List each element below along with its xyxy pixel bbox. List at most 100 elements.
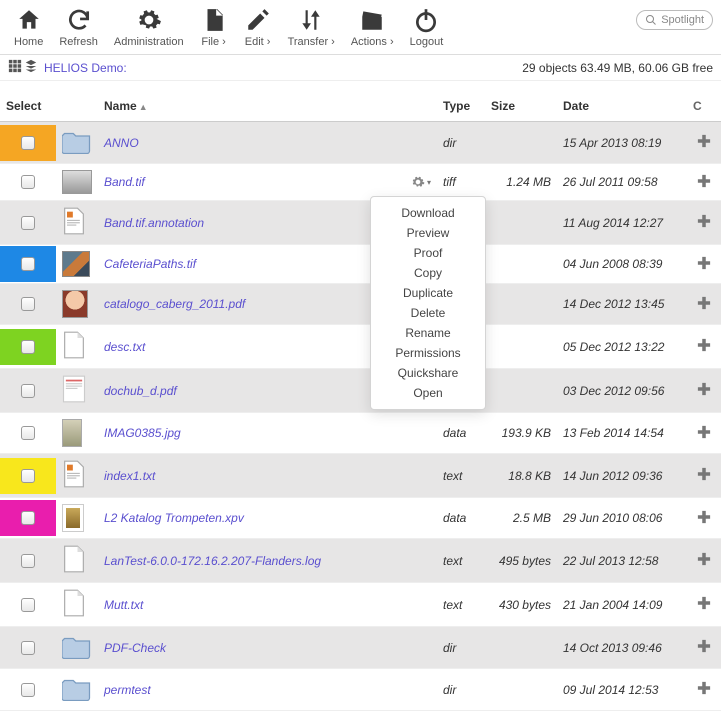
table-row[interactable]: PDF-Checkdir14 Oct 2013 09:46 — [0, 627, 721, 669]
plus-icon — [697, 174, 711, 188]
add-button[interactable] — [687, 369, 721, 413]
row-checkbox[interactable] — [21, 641, 35, 655]
row-checkbox[interactable] — [21, 340, 35, 354]
breadcrumb-path[interactable]: HELIOS Demo: — [44, 61, 127, 75]
col-type[interactable]: Type — [437, 91, 485, 122]
add-button[interactable] — [687, 164, 721, 201]
file-name[interactable]: Band.tif — [104, 175, 145, 189]
file-name[interactable]: IMAG0385.jpg — [104, 426, 181, 440]
add-button[interactable] — [687, 413, 721, 454]
select-cell[interactable] — [0, 246, 56, 282]
select-cell[interactable] — [0, 672, 56, 708]
toolbar-actions[interactable]: Actions › — [345, 4, 400, 50]
add-button[interactable] — [687, 325, 721, 369]
table-row[interactable]: desc.txt05 Dec 2012 13:22 — [0, 325, 721, 369]
menu-item-copy[interactable]: Copy — [371, 263, 485, 283]
row-checkbox[interactable] — [21, 384, 35, 398]
add-button[interactable] — [687, 454, 721, 498]
select-cell[interactable] — [0, 205, 56, 241]
table-row[interactable]: IMAG0385.jpgdata193.9 KB13 Feb 2014 14:5… — [0, 413, 721, 454]
row-checkbox[interactable] — [21, 257, 35, 271]
toolbar-transfer[interactable]: Transfer › — [282, 4, 341, 50]
file-name[interactable]: CafeteriaPaths.tif — [104, 257, 196, 271]
table-row[interactable]: L2 Katalog Trompeten.xpvdata2.5 MB29 Jun… — [0, 498, 721, 539]
add-button[interactable] — [687, 122, 721, 164]
menu-item-permissions[interactable]: Permissions — [371, 343, 485, 363]
select-cell[interactable] — [0, 164, 56, 200]
table-row[interactable]: Mutt.txttext430 bytes21 Jan 2004 14:09 — [0, 583, 721, 627]
menu-item-delete[interactable]: Delete — [371, 303, 485, 323]
row-checkbox[interactable] — [21, 683, 35, 697]
menu-item-open[interactable]: Open — [371, 383, 485, 403]
table-row[interactable]: Band.tif▾tiff1.24 MB26 Jul 2011 09:58 — [0, 164, 721, 201]
file-name[interactable]: desc.txt — [104, 340, 145, 354]
toolbar-administration[interactable]: Administration — [108, 4, 190, 50]
row-checkbox[interactable] — [21, 598, 35, 612]
table-row[interactable]: ANNOdir15 Apr 2013 08:19 — [0, 122, 721, 164]
select-cell[interactable] — [0, 630, 56, 666]
menu-item-rename[interactable]: Rename — [371, 323, 485, 343]
select-cell[interactable] — [0, 587, 56, 623]
table-row[interactable]: catalogo_caberg_2011.pdf14 Dec 2012 13:4… — [0, 284, 721, 325]
menu-item-proof[interactable]: Proof — [371, 243, 485, 263]
add-button[interactable] — [687, 583, 721, 627]
table-row[interactable]: CafeteriaPaths.tif04 Jun 2008 08:39 — [0, 245, 721, 284]
add-button[interactable] — [687, 284, 721, 325]
row-actions-gear[interactable]: ▾ — [411, 175, 431, 189]
select-cell[interactable] — [0, 458, 56, 494]
file-name[interactable]: permtest — [104, 683, 151, 697]
toolbar-refresh[interactable]: Refresh — [53, 4, 104, 50]
add-button[interactable] — [687, 201, 721, 245]
file-name[interactable]: Mutt.txt — [104, 598, 143, 612]
row-checkbox[interactable] — [21, 175, 35, 189]
menu-item-download[interactable]: Download — [371, 203, 485, 223]
row-checkbox[interactable] — [21, 216, 35, 230]
select-cell[interactable] — [0, 415, 56, 451]
row-checkbox[interactable] — [21, 426, 35, 440]
toolbar-logout[interactable]: Logout — [404, 4, 450, 50]
row-checkbox[interactable] — [21, 297, 35, 311]
toolbar-edit[interactable]: Edit › — [238, 4, 278, 50]
row-checkbox[interactable] — [21, 136, 35, 150]
table-row[interactable]: index1.txttext18.8 KB14 Jun 2012 09:36 — [0, 454, 721, 498]
file-name[interactable]: Band.tif.annotation — [104, 216, 204, 230]
table-row[interactable]: LanTest-6.0.0-172.16.2.207-Flanders.logt… — [0, 539, 721, 583]
file-name[interactable]: LanTest-6.0.0-172.16.2.207-Flanders.log — [104, 554, 321, 568]
table-row[interactable]: permtestdir09 Jul 2014 12:53 — [0, 669, 721, 711]
row-checkbox[interactable] — [21, 554, 35, 568]
add-button[interactable] — [687, 245, 721, 284]
grid-view-icon[interactable] — [8, 59, 22, 76]
select-cell[interactable] — [0, 286, 56, 322]
select-cell[interactable] — [0, 543, 56, 579]
file-name[interactable]: index1.txt — [104, 469, 155, 483]
col-size[interactable]: Size — [485, 91, 557, 122]
row-checkbox[interactable] — [21, 469, 35, 483]
select-cell[interactable] — [0, 329, 56, 365]
select-cell[interactable] — [0, 500, 56, 536]
row-checkbox[interactable] — [21, 511, 35, 525]
add-button[interactable] — [687, 498, 721, 539]
file-name[interactable]: PDF-Check — [104, 641, 166, 655]
add-button[interactable] — [687, 627, 721, 669]
add-button[interactable] — [687, 669, 721, 711]
col-date[interactable]: Date — [557, 91, 687, 122]
file-name[interactable]: catalogo_caberg_2011.pdf — [104, 297, 245, 311]
layers-icon[interactable] — [24, 59, 38, 76]
toolbar-home[interactable]: Home — [8, 4, 49, 50]
toolbar-file[interactable]: File › — [194, 4, 234, 50]
file-name[interactable]: dochub_d.pdf — [104, 384, 177, 398]
col-name[interactable]: Name▲ — [98, 91, 437, 122]
col-c[interactable]: C — [687, 91, 721, 122]
menu-item-duplicate[interactable]: Duplicate — [371, 283, 485, 303]
menu-item-quickshare[interactable]: Quickshare — [371, 363, 485, 383]
menu-item-preview[interactable]: Preview — [371, 223, 485, 243]
file-name[interactable]: ANNO — [104, 136, 139, 150]
add-button[interactable] — [687, 539, 721, 583]
table-row[interactable]: Band.tif.annotation11 Aug 2014 12:27 — [0, 201, 721, 245]
col-select[interactable]: Select — [0, 91, 56, 122]
file-name[interactable]: L2 Katalog Trompeten.xpv — [104, 511, 244, 525]
select-cell[interactable] — [0, 373, 56, 409]
select-cell[interactable] — [0, 125, 56, 161]
table-row[interactable]: dochub_d.pdf03 Dec 2012 09:56 — [0, 369, 721, 413]
spotlight-search[interactable]: Spotlight — [636, 10, 713, 30]
